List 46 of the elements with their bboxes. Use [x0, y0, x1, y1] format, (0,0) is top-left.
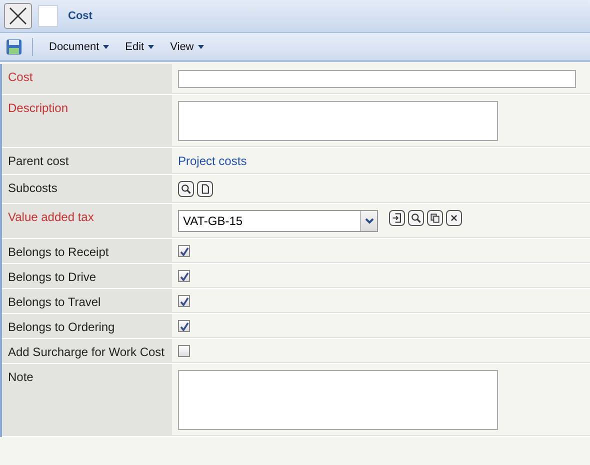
- field-label: Value added tax: [8, 210, 94, 224]
- checkbox[interactable]: [178, 245, 190, 257]
- caret-icon: [103, 44, 110, 48]
- search-icon: [410, 212, 422, 224]
- page-button[interactable]: [197, 181, 213, 197]
- field-label: Add Surcharge for Work Cost: [8, 345, 165, 359]
- blank-tile: [38, 5, 58, 27]
- chevron-down-icon: [364, 218, 374, 224]
- arrow-into-page-icon: [391, 212, 403, 224]
- checkmark-icon: [180, 296, 188, 306]
- search-button[interactable]: [408, 210, 424, 226]
- field-label: Subcosts: [8, 181, 58, 195]
- checkbox[interactable]: [178, 345, 190, 357]
- input-field[interactable]: [178, 70, 576, 88]
- copy-button[interactable]: [427, 210, 443, 226]
- checkmark-icon: [180, 246, 188, 256]
- checkbox[interactable]: [178, 320, 190, 332]
- field-label: Belongs to Travel: [8, 295, 101, 309]
- field-label: Description: [8, 101, 68, 115]
- search-button[interactable]: [178, 181, 194, 197]
- page-icon: [199, 183, 211, 195]
- parent-link[interactable]: Project costs: [178, 154, 247, 168]
- field-label: Parent cost: [8, 154, 69, 168]
- menu-button[interactable]: View: [164, 38, 210, 54]
- field-label: Belongs to Drive: [8, 270, 96, 284]
- arrow-into-page-button[interactable]: [389, 210, 405, 226]
- field-label: Belongs to Ordering: [8, 320, 115, 334]
- search-icon: [180, 183, 192, 195]
- save-icon[interactable]: [6, 38, 22, 54]
- checkmark-icon: [180, 272, 188, 280]
- select-field[interactable]: VAT-GB-15: [178, 210, 378, 232]
- close-button[interactable]: [4, 3, 32, 29]
- checkmark-icon: [180, 322, 188, 330]
- field-label: Note: [8, 370, 34, 384]
- field-label: Belongs to Receipt: [8, 245, 109, 259]
- close-icon: [448, 212, 460, 224]
- caret-icon: [198, 44, 204, 48]
- window-title: Cost: [68, 10, 92, 22]
- copy-icon: [429, 212, 441, 224]
- checkbox[interactable]: [178, 270, 190, 282]
- menu-button[interactable]: Document: [43, 38, 116, 54]
- field-label: Cost: [8, 70, 33, 84]
- checkbox[interactable]: [178, 295, 190, 307]
- caret-icon: [148, 44, 154, 48]
- close-button[interactable]: [446, 210, 462, 226]
- menu-button[interactable]: Edit: [119, 38, 160, 54]
